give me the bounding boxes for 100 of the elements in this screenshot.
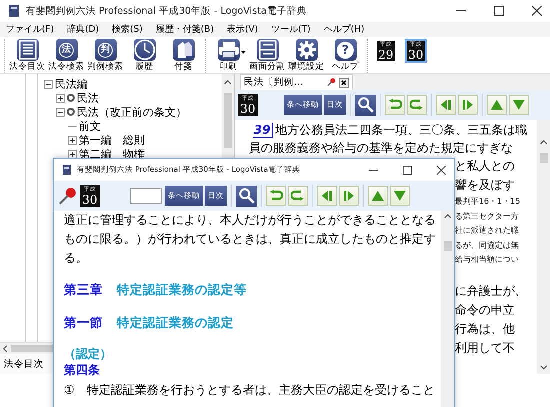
scroll-thumb[interactable] xyxy=(540,153,548,163)
body-text: ① 特定認証業務を行おうとする者は、主務大臣の認定を受けること xyxy=(64,382,435,399)
triangle-up-icon xyxy=(490,99,504,111)
next-button[interactable] xyxy=(458,95,478,115)
menu-item[interactable]: ファイル(F) xyxy=(6,23,54,36)
scrollbar[interactable] xyxy=(441,211,454,407)
close-icon[interactable] xyxy=(338,78,348,88)
toolbar-button[interactable]: 印刷 xyxy=(209,39,248,73)
scroll-left-icon[interactable] xyxy=(3,344,8,352)
note-text: 社に派遣された職 xyxy=(455,225,519,237)
scroll-up-icon[interactable] xyxy=(224,80,232,85)
article-number: 第四条 xyxy=(64,362,100,378)
menu-item[interactable]: 辞典(D) xyxy=(67,23,100,36)
body-text: 適正に管理することにより、本人だけが行うことができることとなるものに限る。）が行われているときは、真正に成立したものと推定する。 xyxy=(64,212,437,267)
body-text: に弁護士が、 xyxy=(455,282,527,300)
skip-left-icon xyxy=(321,190,333,202)
pin-icon[interactable] xyxy=(58,186,78,206)
body-text: 行為は、他 xyxy=(455,320,515,338)
previous-button[interactable] xyxy=(317,186,337,206)
curved-arrow-icon xyxy=(388,99,402,111)
document-tab[interactable]: 民法〔判例… xyxy=(240,74,352,90)
toolbar-button[interactable]: 法 法令検索 xyxy=(47,39,86,73)
curved-arrow-icon xyxy=(410,99,424,111)
back-button[interactable] xyxy=(266,186,286,206)
toolbar-button[interactable]: ? ヘルプ xyxy=(326,39,365,73)
body-text: 響を及ぼす xyxy=(455,177,515,194)
scrollbar[interactable] xyxy=(537,120,550,374)
scroll-up-icon[interactable] xyxy=(444,214,452,219)
search-button[interactable] xyxy=(355,94,376,116)
note-text: る第三セクター方 xyxy=(455,210,519,222)
scroll-thumb[interactable] xyxy=(444,241,452,251)
toolbar-button[interactable]: 環境設定 xyxy=(287,39,326,73)
tree-item[interactable]: 民法編 xyxy=(55,76,88,92)
forward-button[interactable] xyxy=(407,95,427,115)
scroll-thumb[interactable] xyxy=(224,93,232,148)
toolbar-button[interactable]: 画面分割 xyxy=(248,39,287,73)
close-icon[interactable] xyxy=(532,6,542,16)
forward-button[interactable] xyxy=(288,186,308,206)
toolbar-button[interactable]: 付箋 xyxy=(164,39,203,73)
reference-link[interactable]: 39 xyxy=(253,122,273,138)
down-button[interactable] xyxy=(390,186,410,206)
curved-arrow-icon xyxy=(269,190,283,202)
heading-text: 特定認証業務の認定等 xyxy=(117,282,247,297)
expand-toggle[interactable] xyxy=(56,108,65,116)
caret-icon[interactable] xyxy=(241,51,246,54)
menu-item[interactable]: 履歴・付箋(B) xyxy=(156,23,214,36)
previous-button[interactable] xyxy=(436,95,456,115)
note-text: るが、同協定は無 xyxy=(455,240,519,252)
expand-toggle[interactable] xyxy=(56,94,65,102)
triangle-up-icon xyxy=(371,190,385,202)
menu-item[interactable]: ツール(T) xyxy=(271,23,311,36)
toolbar-button[interactable]: 履歴 xyxy=(125,39,164,73)
note-text: 最判平16・1・15 xyxy=(455,196,520,208)
body-text: 命令の申立 xyxy=(455,302,515,318)
heading-number: 第一節 xyxy=(64,315,103,330)
body-text: 地方公務員法二四条一項、三〇条、三五条は職 xyxy=(276,122,528,139)
scroll-up-icon[interactable] xyxy=(540,140,548,145)
tree-item[interactable]: 民法 xyxy=(77,90,99,106)
help-icon: ? xyxy=(334,39,356,61)
maximize-icon[interactable] xyxy=(494,6,504,16)
app-icon xyxy=(8,4,20,18)
tree-item[interactable]: 前文 xyxy=(79,118,101,134)
skip-left-icon xyxy=(440,99,452,111)
note-text: 給与相当額につい xyxy=(455,254,519,266)
expand-toggle[interactable] xyxy=(68,150,77,158)
heading-number: 第三章 xyxy=(64,282,103,297)
triangle-down-icon xyxy=(512,99,526,111)
skip-right-icon xyxy=(462,99,474,111)
article-input-field[interactable] xyxy=(130,188,162,204)
toolbar-button[interactable]: 法令目次 xyxy=(8,39,47,73)
panel-tab[interactable]: 法令目次 xyxy=(0,356,48,372)
body-text: 利用して不 xyxy=(455,340,515,356)
triangle-down-icon xyxy=(393,190,407,202)
magnifier-glyph-icon: 判 xyxy=(94,39,116,61)
expand-toggle[interactable] xyxy=(44,80,53,88)
up-button[interactable] xyxy=(487,95,507,115)
toolbar-button[interactable]: 判 判例検索 xyxy=(86,39,125,73)
next-button[interactable] xyxy=(339,186,359,206)
search-button[interactable] xyxy=(236,186,257,206)
app-icon xyxy=(62,164,72,176)
body-text: 員の服務義務や給与の基準を定めた規定にすぎな xyxy=(249,140,513,157)
tree-item[interactable]: 第一編 総則 xyxy=(79,132,145,148)
tree-item[interactable]: 民法（改正前の条文） xyxy=(77,104,187,120)
menu-item[interactable]: ヘルプ(H) xyxy=(324,23,365,36)
pin-icon[interactable] xyxy=(326,78,336,87)
body-text: と私人との xyxy=(455,158,515,175)
magnifier-glyph-icon: 法 xyxy=(56,39,78,61)
menu-item[interactable]: 表示(V) xyxy=(227,23,258,36)
back-button[interactable] xyxy=(385,95,405,115)
scroll-down-icon[interactable] xyxy=(540,365,548,370)
down-button[interactable] xyxy=(509,95,529,115)
skip-right-icon xyxy=(343,190,355,202)
menu-item[interactable]: 検索(S) xyxy=(112,23,143,36)
close-icon[interactable] xyxy=(437,166,446,174)
article-caption: （認定） xyxy=(64,346,112,362)
expand-toggle[interactable] xyxy=(68,136,77,144)
window-title: 有斐閣判例六法 Professional 平成30年版 - LogoVista電子辞典 xyxy=(26,4,308,18)
maximize-icon[interactable] xyxy=(403,166,412,174)
up-button[interactable] xyxy=(368,186,388,206)
curved-arrow-icon xyxy=(291,190,305,202)
